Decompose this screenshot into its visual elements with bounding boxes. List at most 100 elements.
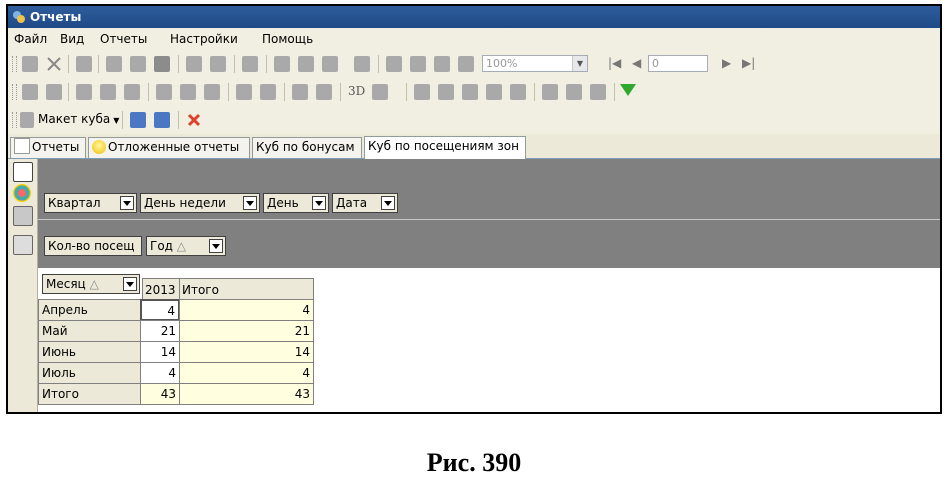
close-icon[interactable] [46, 56, 62, 72]
save-icon[interactable] [130, 112, 146, 128]
list-icon[interactable] [236, 84, 252, 100]
maket-cube-button[interactable]: Макет куба ▼ [38, 112, 119, 126]
menu-view[interactable]: Вид [60, 32, 84, 46]
divider [38, 219, 940, 220]
pivot-layout-icon[interactable] [22, 84, 38, 100]
search-icon[interactable] [354, 56, 370, 72]
chevron-down-icon[interactable] [243, 196, 257, 210]
field-month[interactable]: Месяц △ [42, 274, 140, 294]
print-preview-icon[interactable] [316, 84, 332, 100]
chevron-down-icon[interactable] [209, 239, 223, 253]
move-icon[interactable] [462, 84, 478, 100]
lightbulb-icon [92, 140, 106, 154]
export-dropdown-icon[interactable] [322, 56, 338, 72]
field-weekday[interactable]: День недели [140, 193, 260, 213]
cells-icon[interactable] [510, 84, 526, 100]
menu-reports[interactable]: Отчеты [100, 32, 147, 46]
save-icon[interactable] [22, 56, 38, 72]
sort-asc-icon: △ [89, 277, 99, 291]
prev-page-icon[interactable]: ◀ [632, 56, 641, 70]
field-year[interactable]: Год △ [146, 236, 226, 256]
menu-file[interactable]: Файл [14, 32, 47, 46]
chevron-down-icon[interactable] [381, 196, 395, 210]
toolbar-grip[interactable] [12, 56, 17, 72]
last-page-icon[interactable]: ▶| [742, 56, 755, 70]
row-header-total[interactable]: Итого [38, 383, 141, 405]
row-header[interactable]: Апрель [38, 299, 141, 321]
export-icon[interactable] [210, 56, 226, 72]
cell-value[interactable]: 4 [140, 299, 180, 321]
tab-zone-visits-cube[interactable]: Куб по посещениям зон [364, 136, 526, 159]
3d-button[interactable]: 3D [348, 84, 365, 98]
import-icon[interactable] [186, 56, 202, 72]
link-icon[interactable] [100, 84, 116, 100]
column-header-2013[interactable]: 2013 [142, 278, 180, 300]
tab-reports[interactable]: Отчеты [10, 137, 86, 158]
zoom-select[interactable]: 100% ▼ [482, 55, 588, 72]
cell-total[interactable]: 4 [179, 299, 314, 321]
fields-icon[interactable] [46, 84, 62, 100]
row-header[interactable]: Июнь [38, 341, 141, 363]
tab-deferred-reports[interactable]: Отложенные отчеты [88, 137, 250, 158]
field-quarter[interactable]: Квартал [44, 193, 137, 213]
refresh-icon[interactable] [76, 84, 92, 100]
cut-icon[interactable] [438, 84, 454, 100]
chart-icon[interactable] [372, 84, 388, 100]
grid-view-icon[interactable] [434, 56, 450, 72]
table-view-icon[interactable] [13, 235, 33, 255]
single-page-icon[interactable] [386, 56, 402, 72]
new-document-icon[interactable] [130, 56, 146, 72]
toolbar-grip[interactable] [12, 84, 17, 100]
filter-icon[interactable] [620, 84, 636, 96]
properties-icon[interactable] [260, 84, 276, 100]
grid-view-icon[interactable] [13, 162, 33, 182]
currency-icon[interactable] [124, 84, 140, 100]
chevron-down-icon[interactable] [120, 196, 134, 210]
copy-icon[interactable] [298, 56, 314, 72]
table-icon[interactable] [486, 84, 502, 100]
chevron-down-icon[interactable] [123, 277, 137, 291]
cell-grand-total[interactable]: 43 [179, 383, 314, 405]
report-icon[interactable] [76, 56, 92, 72]
zoom-in-icon[interactable] [542, 84, 558, 100]
tab-bonus-cube[interactable]: Куб по бонусам [252, 137, 362, 158]
edit-icon[interactable] [242, 56, 258, 72]
next-page-icon[interactable]: ▶ [722, 56, 731, 70]
totals-icon[interactable] [180, 84, 196, 100]
cell-total[interactable]: 21 [179, 320, 314, 342]
shield-icon[interactable] [154, 56, 170, 72]
field-day[interactable]: День [263, 193, 329, 213]
sum-icon[interactable] [156, 84, 172, 100]
toolbar-cube: Макет куба ▼ [8, 106, 940, 135]
cell-value[interactable]: 14 [140, 341, 180, 363]
thumbnails-icon[interactable] [458, 56, 474, 72]
row-header[interactable]: Май [38, 320, 141, 342]
print-icon[interactable] [274, 56, 290, 72]
cell-value[interactable]: 21 [140, 320, 180, 342]
column-header-total[interactable]: Итого [179, 278, 314, 300]
menu-help[interactable]: Помощь [262, 32, 313, 46]
save-as-icon[interactable] [154, 112, 170, 128]
drill-icon[interactable] [414, 84, 430, 100]
expand-icon[interactable] [292, 84, 308, 100]
cell-total[interactable]: 14 [179, 341, 314, 363]
format-icon[interactable] [204, 84, 220, 100]
delete-icon[interactable] [186, 112, 202, 128]
first-page-icon[interactable]: |◀ [608, 56, 621, 70]
zoom-out-icon[interactable] [566, 84, 582, 100]
field-date[interactable]: Дата [332, 193, 398, 213]
export-data-icon[interactable] [590, 84, 606, 100]
folder-icon[interactable] [106, 56, 122, 72]
cell-value[interactable]: 4 [140, 362, 180, 384]
report-view-icon[interactable] [13, 206, 33, 226]
cell-total[interactable]: 4 [179, 362, 314, 384]
multi-page-icon[interactable] [410, 56, 426, 72]
cell-grand-total[interactable]: 43 [140, 383, 180, 405]
row-header[interactable]: Июль [38, 362, 141, 384]
field-visit-count[interactable]: Кол-во посещ [44, 236, 142, 256]
chevron-down-icon[interactable] [312, 196, 326, 210]
toolbar-grip[interactable] [12, 112, 17, 128]
page-number-input[interactable]: 0 [648, 55, 708, 72]
menu-settings[interactable]: Настройки [170, 32, 238, 46]
pie-chart-icon[interactable] [13, 184, 31, 202]
